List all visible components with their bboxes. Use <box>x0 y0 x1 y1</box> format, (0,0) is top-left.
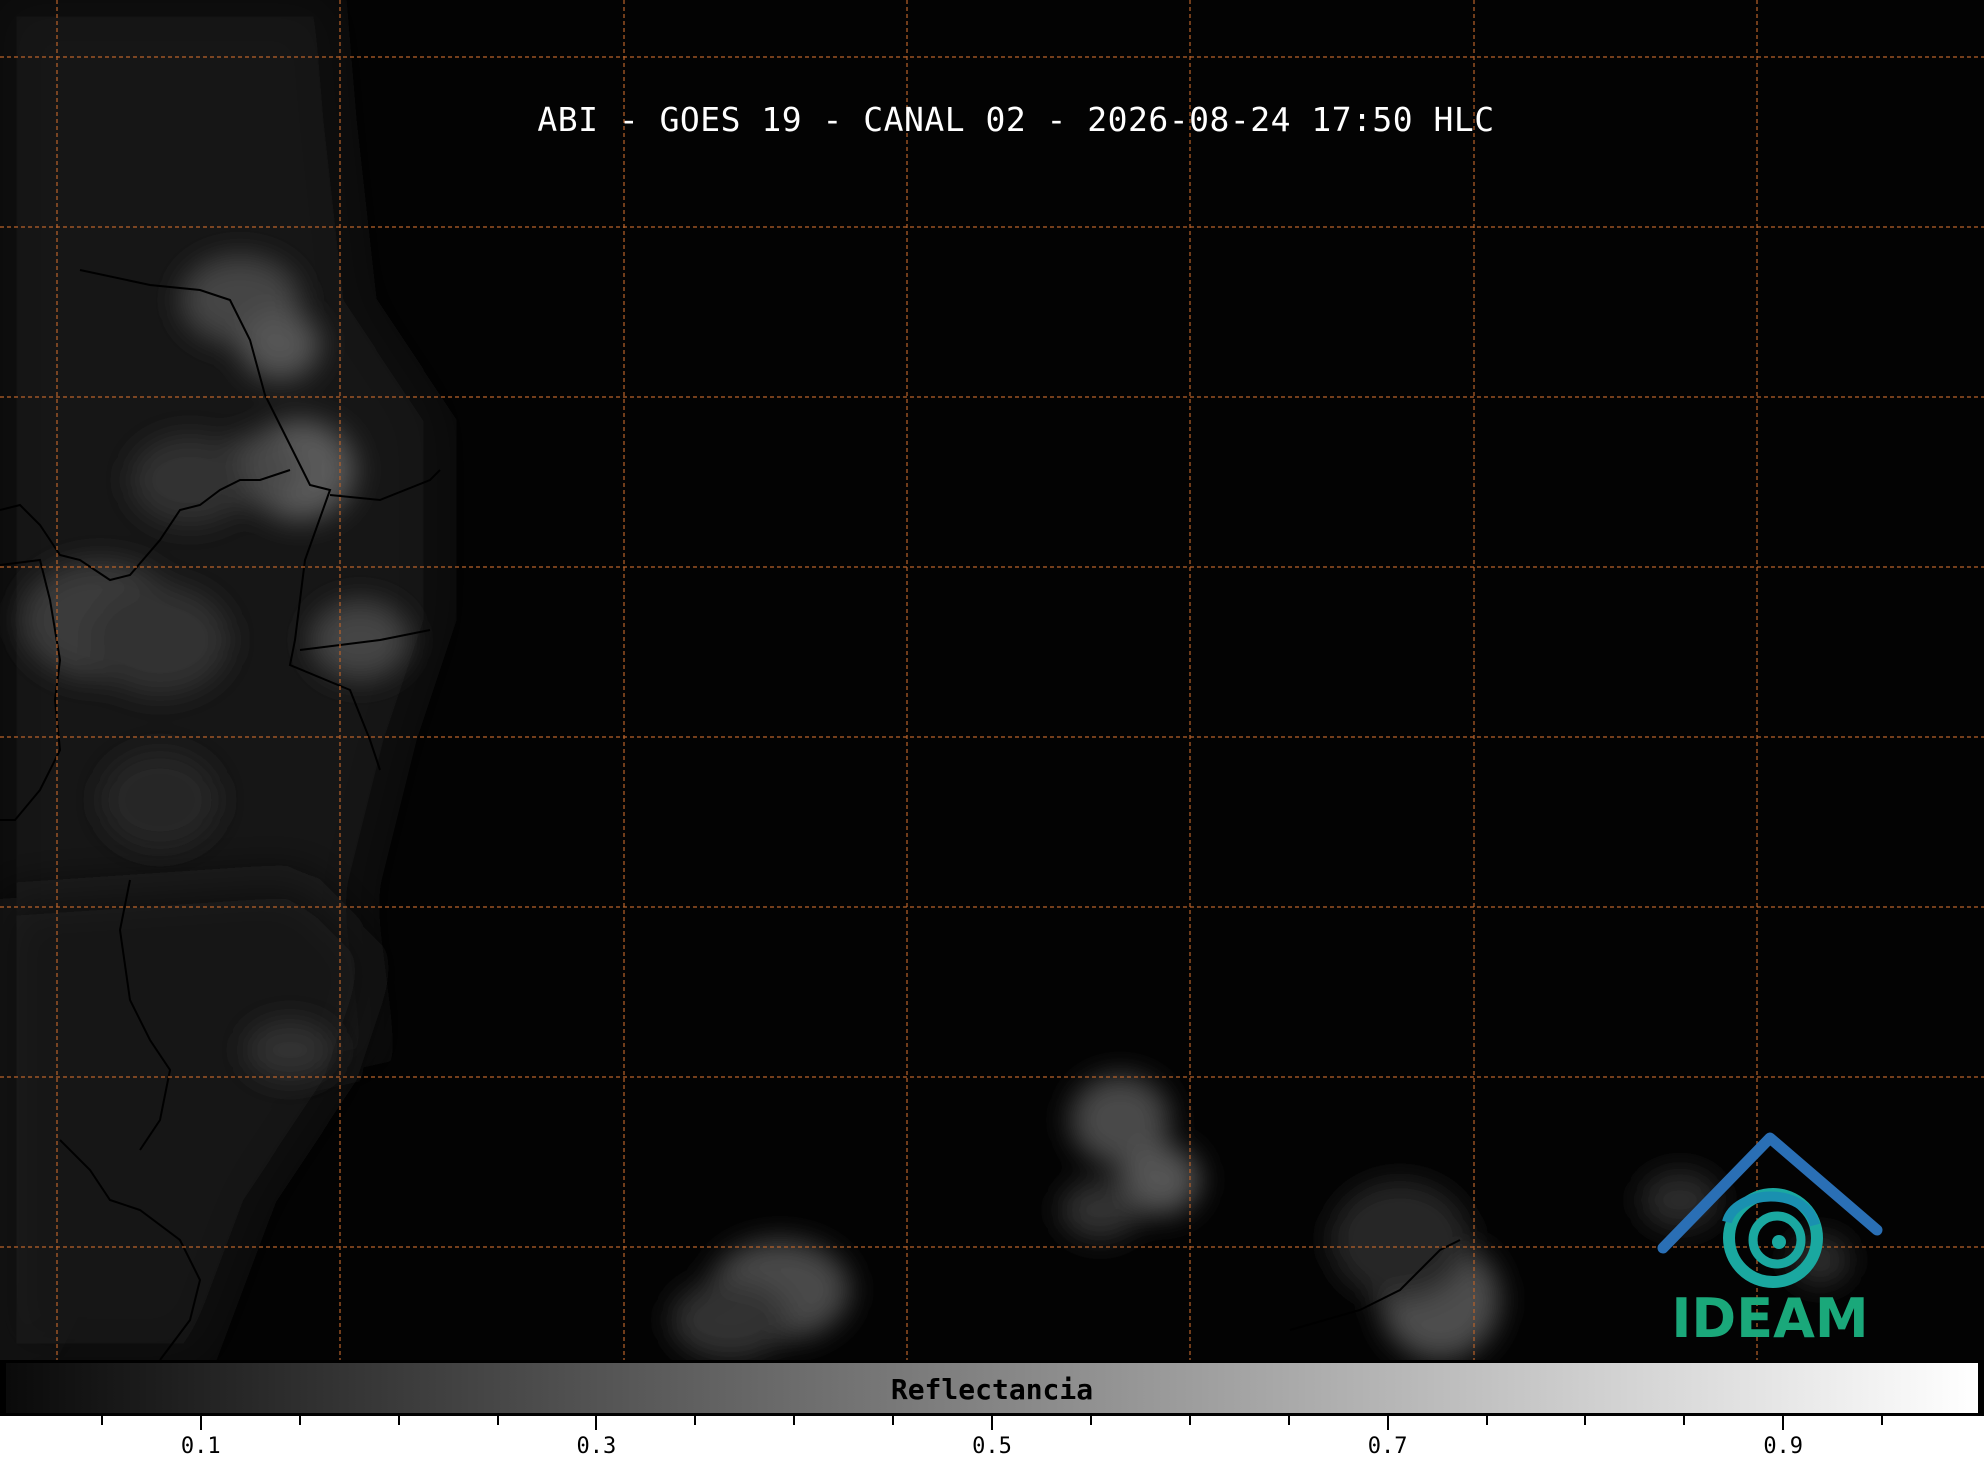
colorbar-minor-tick <box>694 1416 697 1425</box>
colorbar-minor-tick <box>100 1416 103 1425</box>
colorbar-minor-tick <box>298 1416 301 1425</box>
colorbar-major-tick <box>991 1416 993 1430</box>
colorbar-major-tick <box>199 1416 202 1430</box>
colorbar-minor-tick <box>496 1416 499 1425</box>
ideam-logo-text: IDEAM <box>1671 1287 1869 1350</box>
colorbar-minor-tick <box>1584 1416 1587 1425</box>
map-title: ABI - GOES 19 - CANAL 02 - 2026-08-24 17… <box>537 100 1495 139</box>
colorbar-minor-tick <box>892 1416 895 1425</box>
colorbar-minor-tick <box>1287 1416 1290 1425</box>
colorbar-minor-tick <box>397 1416 400 1425</box>
colorbar-tick-label: 0.1 <box>180 1434 221 1459</box>
colorbar-minor-tick <box>1683 1416 1686 1425</box>
colorbar-minor-tick <box>1881 1416 1884 1425</box>
colorbar: Reflectancia <box>3 1360 1981 1416</box>
colorbar-tick-label: 0.5 <box>972 1434 1012 1459</box>
colorbar-tick-label: 0.7 <box>1367 1434 1408 1459</box>
colorbar-minor-tick <box>1188 1416 1191 1425</box>
colorbar-minor-tick <box>1485 1416 1488 1425</box>
ideam-logo-icon <box>1657 1132 1883 1288</box>
colorbar-tick-label: 0.9 <box>1763 1434 1804 1459</box>
colorbar-minor-tick <box>1089 1416 1092 1425</box>
colorbar-major-tick <box>1782 1416 1785 1430</box>
ideam-logo: IDEAM <box>1655 1130 1885 1350</box>
colorbar-major-tick <box>1386 1416 1389 1430</box>
colorbar-tick-label: 0.3 <box>576 1434 617 1459</box>
colorbar-label: Reflectancia <box>890 1373 1094 1406</box>
colorbar-axis: 0.1 0.3 0.5 0.7 0.9 <box>0 1416 1984 1459</box>
colorbar-major-tick <box>595 1416 598 1430</box>
colorbar-minor-tick <box>793 1416 796 1425</box>
